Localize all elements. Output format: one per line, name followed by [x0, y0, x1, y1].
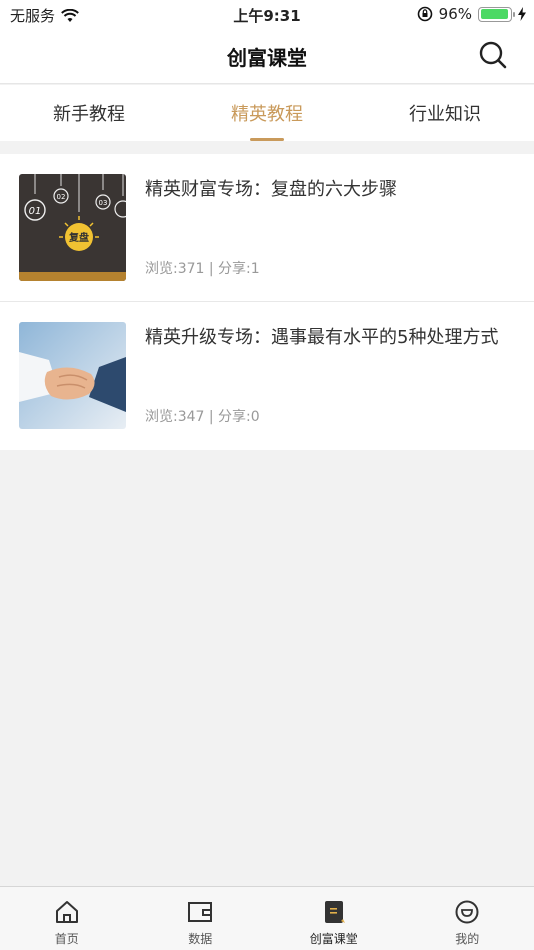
wallet-icon: [188, 902, 213, 922]
battery-percent: 96%: [438, 5, 472, 23]
bottom-tab-mine[interactable]: 我的: [401, 887, 534, 950]
tab-beginner[interactable]: 新手教程: [0, 85, 178, 141]
home-icon: [55, 901, 78, 923]
category-tabs: 新手教程 精英教程 行业知识: [0, 85, 534, 141]
thumb-label: 02: [57, 193, 66, 201]
article-thumbnail: [19, 322, 126, 429]
thumb-label: 03: [99, 199, 108, 207]
thumb-center-text: 复盘: [68, 231, 89, 244]
tab-label: 新手教程: [53, 104, 125, 125]
article-stats: 浏览:347 | 分享:0: [145, 409, 260, 425]
bottom-tab-classroom[interactable]: 创富课堂: [267, 887, 401, 950]
smile-icon: [455, 900, 479, 924]
lightbulb-image: 01 02 03 复盘: [19, 174, 126, 281]
tab-elite[interactable]: 精英教程: [178, 85, 356, 141]
bottom-tab-data[interactable]: 数据: [134, 887, 268, 950]
bottom-tab-home[interactable]: 首页: [0, 887, 134, 950]
search-icon[interactable]: [478, 40, 508, 70]
book-icon: [324, 901, 345, 923]
article-item[interactable]: 精英升级专场：遇事最有水平的5种处理方式 浏览:347 | 分享:0: [0, 302, 534, 450]
page-title: 创富课堂: [227, 46, 307, 70]
battery-fill: [480, 9, 509, 19]
nav-bar: 创富课堂: [0, 28, 534, 84]
article-title: 精英升级专场：遇事最有水平的5种处理方式: [145, 327, 499, 348]
article-item[interactable]: 01 02 03 复盘 精英财富专场：复盘的六大步骤 浏览:371 | 分享:1: [0, 154, 534, 302]
article-list: 01 02 03 复盘 精英财富专场：复盘的六大步骤 浏览:371 | 分享:1…: [0, 154, 534, 450]
tab-label: 精英教程: [231, 104, 303, 125]
battery-icon: [478, 6, 515, 22]
article-title: 精英财富专场：复盘的六大步骤: [145, 179, 397, 200]
article-stats: 浏览:371 | 分享:1: [145, 261, 260, 277]
tab-industry[interactable]: 行业知识: [356, 85, 534, 141]
bottom-tab-label: 数据: [188, 932, 213, 946]
article-thumbnail: 01 02 03 复盘: [19, 174, 126, 281]
handshake-image: [19, 322, 126, 429]
charging-icon: [518, 7, 526, 21]
active-tab-indicator: [250, 138, 284, 141]
bottom-tab-label: 创富课堂: [309, 932, 358, 946]
thumb-label: 01: [29, 206, 42, 217]
rotation-lock-icon: [417, 6, 432, 22]
status-right: 96%: [417, 5, 526, 23]
tab-label: 行业知识: [409, 104, 481, 125]
status-bar: 无服务 上午9:31 96%: [0, 0, 534, 28]
bottom-tab-bar: 首页 数据 创富课堂 我的: [0, 886, 534, 950]
bottom-tab-label: 首页: [54, 932, 79, 946]
bottom-tab-label: 我的: [455, 932, 480, 946]
